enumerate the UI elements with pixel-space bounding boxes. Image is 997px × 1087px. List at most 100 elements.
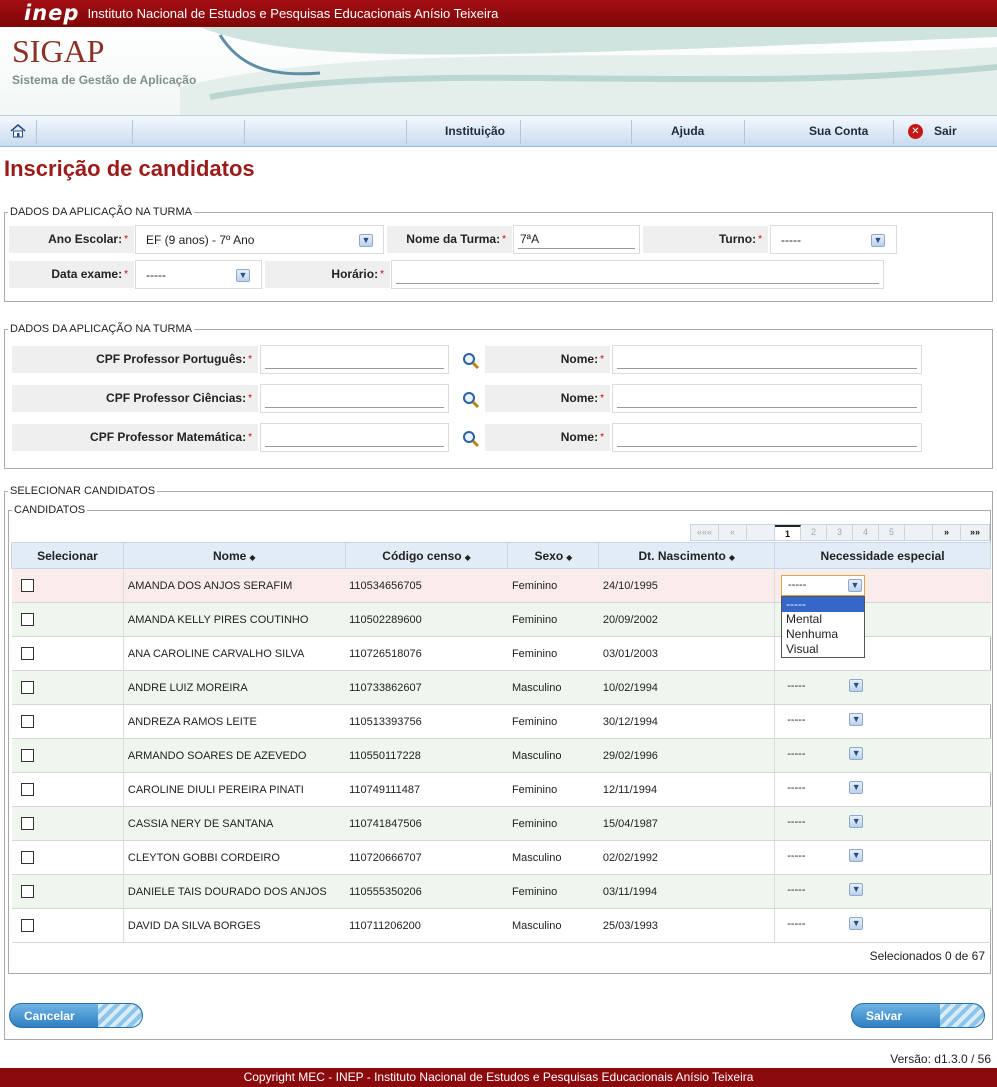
necessidade-select[interactable]: ----- ▼ bbox=[779, 744, 864, 764]
page-4-button[interactable]: 4 bbox=[853, 525, 879, 540]
necessidade-select[interactable]: ----- ▼ bbox=[779, 914, 864, 934]
prev-page-button[interactable]: « bbox=[719, 525, 747, 540]
page-5-button[interactable]: 5 bbox=[879, 525, 905, 540]
close-icon[interactable]: ✕ bbox=[908, 124, 923, 139]
search-icon[interactable] bbox=[462, 391, 480, 409]
row-checkbox[interactable] bbox=[20, 851, 34, 864]
cpf-portugues-input[interactable] bbox=[260, 345, 449, 374]
nav-instituicao[interactable]: Instituição bbox=[445, 116, 505, 148]
col-sexo[interactable]: Sexo ◆ bbox=[507, 542, 600, 569]
home-icon[interactable] bbox=[10, 124, 26, 138]
table-row: CLEYTON GOBBI CORDEIRO 110720666707 Masc… bbox=[11, 840, 991, 875]
cell-nascimento: 24/10/1995 bbox=[598, 568, 775, 603]
row-checkbox[interactable] bbox=[20, 681, 34, 694]
banner: SIGAP Sistema de Gestão de Aplicação bbox=[0, 27, 997, 115]
table-row: ARMANDO SOARES DE AZEVEDO 110550117228 M… bbox=[11, 738, 991, 773]
cpf-ciencias-label: CPF Professor Ciências: * bbox=[12, 385, 258, 412]
chevron-down-icon: ▼ bbox=[849, 849, 864, 862]
option-mental[interactable]: Mental bbox=[782, 612, 864, 627]
necessidade-select[interactable]: ----- ▼ bbox=[779, 778, 864, 798]
necessidade-select[interactable]: ----- ▼ bbox=[779, 880, 864, 900]
row-checkbox[interactable] bbox=[20, 647, 34, 660]
col-selecionar: Selecionar bbox=[11, 542, 124, 569]
page-2-button[interactable]: 2 bbox=[801, 525, 827, 540]
nav-bar: Instituição Ajuda Sua Conta ✕ Sair bbox=[0, 115, 997, 147]
table-row: DAVID DA SILVA BORGES 110711206200 Mascu… bbox=[11, 908, 991, 943]
cell-nascimento: 30/12/1994 bbox=[598, 704, 775, 739]
row-checkbox[interactable] bbox=[20, 919, 34, 932]
horario-input[interactable] bbox=[391, 260, 884, 289]
cpf-matematica-label: CPF Professor Matemática: * bbox=[12, 424, 258, 451]
cpf-matematica-input[interactable] bbox=[260, 423, 449, 452]
chevron-down-icon: ▼ bbox=[849, 679, 864, 692]
cancel-button[interactable]: Cancelar bbox=[9, 1003, 143, 1028]
cell-nascimento: 03/11/1994 bbox=[598, 874, 775, 909]
cell-codigo: 110555350206 bbox=[345, 874, 508, 909]
last-page-button[interactable]: »» bbox=[961, 525, 989, 540]
sort-icon: ◆ bbox=[464, 552, 471, 562]
sort-icon: ◆ bbox=[249, 552, 256, 562]
cell-nome: CLEYTON GOBBI CORDEIRO bbox=[123, 840, 346, 875]
col-nascimento[interactable]: Dt. Nascimento ◆ bbox=[598, 542, 776, 569]
search-icon[interactable] bbox=[462, 352, 480, 370]
necessidade-select[interactable]: ----- ▼ bbox=[779, 710, 864, 730]
row-checkbox[interactable] bbox=[20, 613, 34, 626]
chevron-down-icon: ▼ bbox=[849, 815, 864, 828]
necessidade-select[interactable]: ----- ▼ bbox=[779, 846, 864, 866]
page-title: Inscrição de candidatos bbox=[4, 156, 255, 181]
chevron-down-icon: ▼ bbox=[871, 234, 885, 247]
nome-ciencias-input[interactable] bbox=[612, 384, 922, 413]
necessidade-select[interactable]: ----- ▼ bbox=[779, 812, 864, 832]
next-page-button[interactable]: » bbox=[933, 525, 961, 540]
nome-turma-input[interactable]: 7ªA bbox=[513, 225, 640, 254]
necessidade-select[interactable]: ----- ▼ bbox=[779, 676, 864, 696]
cell-codigo: 110513393756 bbox=[345, 704, 508, 739]
version-label: Versão: d1.3.0 / 56 bbox=[890, 1052, 991, 1066]
nome-matematica-input[interactable] bbox=[612, 423, 922, 452]
nav-sair[interactable]: Sair bbox=[934, 116, 957, 148]
ano-escolar-select[interactable]: EF (9 anos) - 7º Ano ▼ bbox=[135, 225, 384, 254]
cell-nascimento: 02/02/1992 bbox=[598, 840, 775, 875]
chevron-down-icon: ▼ bbox=[849, 883, 864, 896]
footer: Copyright MEC - INEP - Instituto Naciona… bbox=[0, 1068, 997, 1087]
cell-sexo: Feminino bbox=[507, 602, 599, 637]
nav-ajuda[interactable]: Ajuda bbox=[671, 116, 704, 148]
option-visual[interactable]: Visual bbox=[782, 642, 864, 657]
cell-codigo: 110711206200 bbox=[345, 908, 508, 943]
col-nome[interactable]: Nome ◆ bbox=[122, 542, 346, 569]
page-1-button[interactable]: 1 bbox=[775, 525, 801, 540]
chevron-down-icon: ▼ bbox=[236, 269, 250, 282]
candidatos-legend: CANDIDATOS bbox=[12, 504, 88, 516]
row-checkbox[interactable] bbox=[20, 749, 34, 762]
option-nenhuma[interactable]: Nenhuma bbox=[782, 627, 864, 642]
cell-nascimento: 12/11/1994 bbox=[598, 772, 775, 807]
row-checkbox[interactable] bbox=[20, 715, 34, 728]
cell-nome: ANA CAROLINE CARVALHO SILVA bbox=[123, 636, 346, 671]
necessidade-options: ----- Mental Nenhuma Visual bbox=[781, 596, 865, 658]
row-checkbox[interactable] bbox=[20, 579, 34, 592]
cell-sexo: Feminino bbox=[507, 568, 599, 603]
turno-label: Turno: * bbox=[643, 226, 768, 253]
cell-necessidade: ----- ▼ bbox=[774, 772, 991, 807]
chevron-down-icon: ▼ bbox=[849, 713, 864, 726]
nav-sua-conta[interactable]: Sua Conta bbox=[809, 116, 868, 148]
save-button[interactable]: Salvar bbox=[851, 1003, 985, 1028]
first-page-button[interactable]: ««« bbox=[691, 525, 719, 540]
search-icon[interactable] bbox=[462, 430, 480, 448]
col-codigo[interactable]: Código censo ◆ bbox=[344, 542, 509, 569]
cpf-ciencias-input[interactable] bbox=[260, 384, 449, 413]
option-none[interactable]: ----- bbox=[782, 597, 864, 612]
professor-legend: DADOS DA APLICAÇÃO NA TURMA bbox=[8, 323, 194, 335]
cell-nascimento: 29/02/1996 bbox=[598, 738, 775, 773]
row-checkbox[interactable] bbox=[20, 783, 34, 796]
row-checkbox[interactable] bbox=[20, 885, 34, 898]
turno-select[interactable]: ----- ▼ bbox=[770, 225, 897, 254]
row-checkbox[interactable] bbox=[20, 817, 34, 830]
necessidade-select-open[interactable]: ----- ▼ bbox=[781, 575, 865, 596]
cell-nascimento: 20/09/2002 bbox=[598, 602, 775, 637]
cell-sexo: Feminino bbox=[507, 874, 599, 909]
nome-portugues-input[interactable] bbox=[612, 345, 922, 374]
data-exame-select[interactable]: ----- ▼ bbox=[135, 260, 262, 289]
cell-nascimento: 15/04/1987 bbox=[598, 806, 775, 841]
page-3-button[interactable]: 3 bbox=[827, 525, 853, 540]
